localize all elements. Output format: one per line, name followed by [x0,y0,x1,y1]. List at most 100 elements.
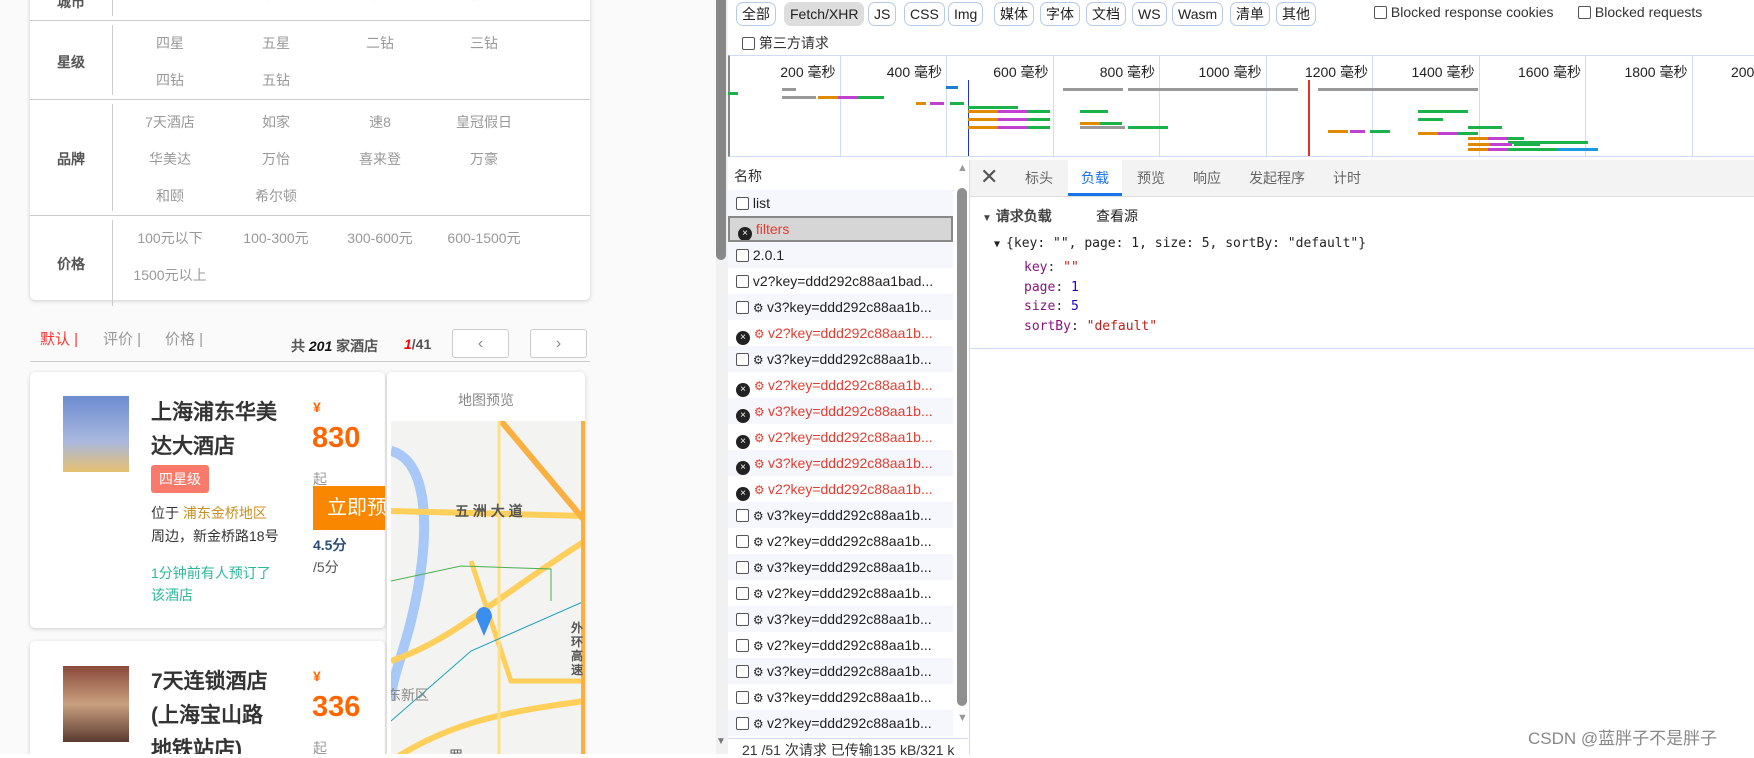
request-row[interactable]: ⚙ v3?key=ddd292c88aa1b... [728,606,953,632]
prev-page-button[interactable]: ‹ [452,329,509,358]
filter-chip[interactable]: 其他 [1276,2,1316,26]
payload-field[interactable]: sortBy: "default" [1024,319,1157,334]
checkbox[interactable] [742,37,755,50]
hotel-card[interactable]: 上海浦东华美达大酒店 四星级 位于 浦东金桥地区 周边，新金桥路18号 1分钟前… [30,372,385,628]
request-row[interactable]: 2.0.1 [728,242,953,268]
blocked-cookies-checkbox[interactable]: Blocked response cookies [1374,4,1554,20]
sort-option[interactable]: 默认 | [40,328,78,349]
filter-option[interactable]: 深圳 [330,0,430,4]
filter-chip[interactable]: CSS [904,2,945,26]
hotel-name[interactable]: 上海浦东华美达大酒店 [151,396,283,464]
request-row[interactable]: v2?key=ddd292c88aa1bad... [728,268,953,294]
filter-option[interactable]: 7天酒店 [120,112,220,132]
expand-triangle-icon[interactable]: ▼ [994,239,1006,250]
request-checkbox[interactable] [736,665,749,678]
hotel-name[interactable]: 7天连锁酒店(上海宝山路地铁站店) [151,665,283,754]
next-page-button[interactable]: › [530,329,587,358]
request-checkbox[interactable] [736,249,749,262]
filter-option[interactable]: 五钻 [226,70,326,90]
request-checkbox[interactable] [736,301,749,314]
payload-field[interactable]: size: 5 [1024,299,1079,314]
filter-option[interactable]: 300-600元 [330,228,430,248]
scroll-up-arrow[interactable]: ▲ [957,162,968,174]
request-row[interactable]: ⚙ v3?key=ddd292c88aa1b... [728,554,953,580]
tab-2[interactable]: 预览 [1124,160,1178,196]
request-row[interactable]: ⚙ v2?key=ddd292c88aa1b... [728,632,953,658]
request-checkbox[interactable] [736,587,749,600]
filter-option[interactable]: 北京 [226,0,326,4]
filter-chip[interactable]: 清单 [1230,2,1270,26]
filter-option[interactable]: 如家 [226,112,326,132]
sort-option[interactable]: 评价 | [103,328,141,349]
filter-option[interactable]: 100元以下 [120,228,220,248]
request-row[interactable]: ⚙ v3?key=ddd292c88aa1b... [728,294,953,320]
filter-option[interactable]: 上海 [120,0,220,4]
payload-field[interactable]: page: 1 [1024,280,1079,295]
filter-chip[interactable]: JS [868,2,897,26]
request-checkbox[interactable] [736,509,749,522]
filter-chip[interactable]: 字体 [1040,2,1080,26]
request-row[interactable]: × filters [728,216,953,242]
request-row[interactable]: ⚙ v3?key=ddd292c88aa1b... [728,346,953,372]
filter-option[interactable]: 华美达 [120,149,220,169]
panel-divider[interactable] [969,160,970,754]
request-checkbox[interactable] [736,561,749,574]
scroll-down-arrow[interactable]: ▼ [957,712,968,724]
filter-option[interactable]: 100-300元 [226,228,326,248]
request-checkbox[interactable] [736,717,749,730]
request-row[interactable]: ⚙ v2?key=ddd292c88aa1b... [728,528,953,554]
filter-option[interactable]: 五星 [226,33,326,53]
request-row[interactable]: ⚙ v2?key=ddd292c88aa1b... [728,710,953,736]
filter-option[interactable]: 600-1500元 [434,228,534,248]
filter-option[interactable]: 四钻 [120,70,220,90]
filter-option[interactable]: 皇冠假日 [434,112,534,132]
checkbox[interactable] [1374,6,1387,19]
close-details-icon[interactable]: ✕ [980,164,998,190]
filter-option[interactable]: 三钻 [434,33,534,53]
filter-chip[interactable]: WS [1132,2,1167,26]
filter-chip[interactable]: 文档 [1086,2,1126,26]
book-button[interactable]: 立即预 [313,486,385,530]
request-list[interactable]: list × filters 2.0.1 v2?key=ddd292c88aa1b… [714,190,954,738]
request-row[interactable]: ⚙ v3?key=ddd292c88aa1b... [728,658,953,684]
filter-option[interactable]: 喜来登 [330,149,430,169]
tab-4[interactable]: 发起程序 [1236,160,1318,196]
request-row[interactable]: ⚙ v3?key=ddd292c88aa1b... [728,502,953,528]
request-checkbox[interactable] [736,691,749,704]
request-row[interactable]: × ⚙ v2?key=ddd292c88aa1b... [728,320,953,346]
view-source-link[interactable]: 查看源 [1096,206,1138,226]
tab-1[interactable]: 负载 [1068,160,1122,196]
request-row[interactable]: × ⚙ v3?key=ddd292c88aa1b... [728,450,953,476]
checkbox[interactable] [1578,6,1591,19]
request-row[interactable]: × ⚙ v2?key=ddd292c88aa1b... [728,424,953,450]
payload-section-header[interactable]: ▼ 请求负载 [982,206,1052,226]
request-row[interactable]: × ⚙ v2?key=ddd292c88aa1b... [728,372,953,398]
filter-option[interactable]: 速8 [330,112,430,132]
request-checkbox[interactable] [736,613,749,626]
filter-option[interactable]: 和颐 [120,186,220,206]
hotel-card[interactable]: 7天连锁酒店(上海宝山路地铁站店) ¥ 336 起 [30,641,385,754]
third-party-checkbox[interactable]: 第三方请求 [742,33,829,53]
filter-option[interactable]: 二钻 [330,33,430,53]
list-scrollbar[interactable]: ▲ ▼ [955,160,969,738]
filter-option[interactable]: 1500元以上 [120,265,220,285]
tab-3[interactable]: 响应 [1180,160,1234,196]
request-checkbox[interactable] [736,353,749,366]
tab-0[interactable]: 标头 [1012,160,1066,196]
request-row[interactable]: × ⚙ v3?key=ddd292c88aa1b... [728,398,953,424]
filter-option[interactable]: 杭州 [434,0,534,4]
filter-chip[interactable]: Wasm [1172,2,1224,26]
filter-chip[interactable]: Fetch/XHR [784,2,865,26]
name-column-header[interactable]: 名称 [734,166,762,186]
map-view[interactable]: 五 洲 大 道 东新区 罗 外环高速 [391,421,585,754]
filter-chip[interactable]: 媒体 [994,2,1034,26]
blocked-requests-checkbox[interactable]: Blocked requests [1578,4,1702,20]
filter-chip[interactable]: Img [948,2,984,26]
request-checkbox[interactable] [736,275,749,288]
filter-option[interactable]: 万怡 [226,149,326,169]
list-scrollbar-thumb[interactable] [957,188,967,706]
payload-field[interactable]: key: "" [1024,260,1079,275]
area-link[interactable]: 浦东金桥地区 [183,505,267,521]
request-checkbox[interactable] [736,639,749,652]
request-row[interactable]: × ⚙ v2?key=ddd292c88aa1b... [728,476,953,502]
